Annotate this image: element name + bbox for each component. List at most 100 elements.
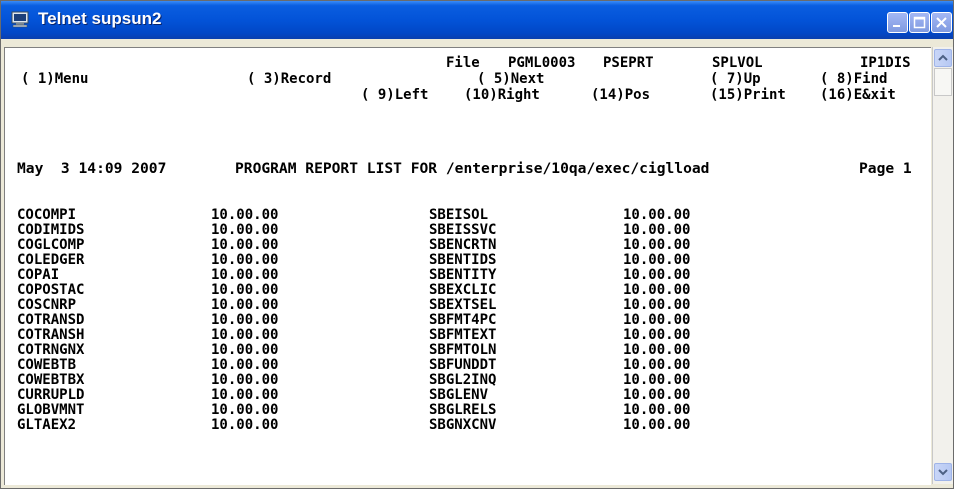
terminal-icon[interactable] [11,11,29,28]
fkey-print[interactable]: (15)Print [710,88,786,102]
program-cell: COPAI [17,267,60,283]
program-cell: SBEISOL [429,207,489,223]
minimize-button[interactable] [887,12,908,33]
version-cell: 10.00.00 [623,387,691,403]
table-row: COSCNRP 10.00.00 SBEXTSEL 10.00.00 [5,298,765,312]
program-cell: SBGNXCNV [429,417,497,433]
version-cell: 10.00.00 [623,222,691,238]
program-cell: COSCNRP [17,297,77,313]
version-cell: 10.00.00 [211,417,279,433]
program-cell: COCOMPI [17,207,77,223]
fkey-right[interactable]: (10)Right [464,88,540,102]
fkey-record[interactable]: ( 3)Record [247,72,331,86]
close-button[interactable] [931,12,952,33]
fkey-up[interactable]: ( 7)Up [710,72,761,86]
version-cell: 10.00.00 [623,357,691,373]
fkey-next[interactable]: ( 5)Next [477,72,544,86]
version-cell: 10.00.00 [211,312,279,328]
scroll-thumb[interactable] [934,68,952,96]
program-cell: SBFMT4PC [429,312,497,328]
vertical-scrollbar[interactable] [932,47,953,484]
program-cell: SBGLENV [429,387,489,403]
scroll-up-button[interactable] [934,49,952,67]
version-cell: 10.00.00 [623,402,691,418]
program-cell: SBFUNDDT [429,357,497,373]
version-cell: 10.00.00 [211,252,279,268]
program-cell: SBFMTOLN [429,342,497,358]
table-row: COWEBTB 10.00.00 SBFUNDDT 10.00.00 [5,358,765,372]
version-cell: 10.00.00 [211,237,279,253]
program-cell: SBEXCLIC [429,282,497,298]
file-name: PGML0003 [508,55,576,71]
program-cell: COLEDGER [17,252,85,268]
program-cell: GLTAEX2 [17,417,77,433]
version-cell: 10.00.00 [623,327,691,343]
table-row: COPOSTAC 10.00.00 SBEXCLIC 10.00.00 [5,283,765,297]
table-row: COTRANSH 10.00.00 SBFMTEXT 10.00.00 [5,328,765,342]
program-cell: SBEISSVC [429,222,497,238]
title-bar[interactable]: Telnet supsun2 [1,1,953,39]
arrow-down-icon [938,469,948,476]
fkey-left[interactable]: ( 9)Left [361,88,428,102]
program-cell: CODIMIDS [17,222,85,238]
table-row: COCOMPI 10.00.00 SBEISOL 10.00.00 [5,208,765,222]
table-row: COGLCOMP 10.00.00 SBENCRTN 10.00.00 [5,238,765,252]
table-row: COPAI 10.00.00 SBENTITY 10.00.00 [5,268,765,282]
program-cell: COWEBTBX [17,372,85,388]
table-row: GLOBVMNT 10.00.00 SBGLRELS 10.00.00 [5,403,765,417]
program-cell: COGLCOMP [17,237,85,253]
program-name: PSEPRT [603,55,654,71]
program-cell: SBEXTSEL [429,297,497,313]
version-cell: 10.00.00 [211,327,279,343]
version-cell: 10.00.00 [211,267,279,283]
maximize-button[interactable] [909,12,930,33]
program-cell: GLOBVMNT [17,402,85,418]
table-row: COTRNGNX 10.00.00 SBFMTOLN 10.00.00 [5,343,765,357]
version-cell: 10.00.00 [623,267,691,283]
version-cell: 10.00.00 [623,372,691,388]
version-cell: 10.00.00 [623,312,691,328]
program-cell: COTRANSH [17,327,85,343]
program-cell: COWEBTB [17,357,77,373]
fkey-menu[interactable]: ( 1)Menu [21,72,88,86]
program-cell: SBENTIDS [429,252,497,268]
minimize-icon [893,25,900,27]
version-cell: 10.00.00 [623,237,691,253]
window-title: Telnet supsun2 [38,9,162,28]
table-row: COTRANSD 10.00.00 SBFMT4PC 10.00.00 [5,313,765,327]
table-row: COWEBTBX 10.00.00 SBGL2INQ 10.00.00 [5,373,765,387]
scroll-down-button[interactable] [934,463,952,481]
version-cell: 10.00.00 [211,297,279,313]
report-page: Page 1 [859,160,912,177]
version-cell: 10.00.00 [623,417,691,433]
version-cell: 10.00.00 [623,207,691,223]
arrow-up-icon [938,54,948,61]
program-cell: SBENCRTN [429,237,497,253]
device-name: IP1DIS [860,55,911,71]
version-cell: 10.00.00 [211,342,279,358]
table-row: CURRUPLD 10.00.00 SBGLENV 10.00.00 [5,388,765,402]
program-cell: COTRNGNX [17,342,85,358]
version-cell: 10.00.00 [211,372,279,388]
version-cell: 10.00.00 [623,342,691,358]
program-cell: CURRUPLD [17,387,85,403]
program-cell: SBENTITY [429,267,497,283]
version-cell: 10.00.00 [211,357,279,373]
program-cell: COTRANSD [17,312,85,328]
report-date: May 3 14:09 2007 [17,160,167,177]
table-row: COLEDGER 10.00.00 SBENTIDS 10.00.00 [5,253,765,267]
version-cell: 10.00.00 [211,282,279,298]
version-cell: 10.00.00 [211,402,279,418]
report-title: PROGRAM REPORT LIST FOR /enterprise/10qa… [235,160,710,177]
version-cell: 10.00.00 [211,222,279,238]
fkey-find[interactable]: ( 8)Find [820,72,887,86]
version-cell: 10.00.00 [623,282,691,298]
table-row: GLTAEX2 10.00.00 SBGNXCNV 10.00.00 [5,418,765,432]
fkey-pos[interactable]: (14)Pos [591,88,650,102]
spool-name: SPLVOL [712,55,763,71]
terminal-screen[interactable]: File PGML0003 PSEPRT SPLVOL IP1DIS ( 1)M… [4,47,931,485]
program-cell: SBGLRELS [429,402,497,418]
table-row: CODIMIDS 10.00.00 SBEISSVC 10.00.00 [5,223,765,237]
fkey-exit[interactable]: (16)E&xit [820,88,896,102]
version-cell: 10.00.00 [211,207,279,223]
